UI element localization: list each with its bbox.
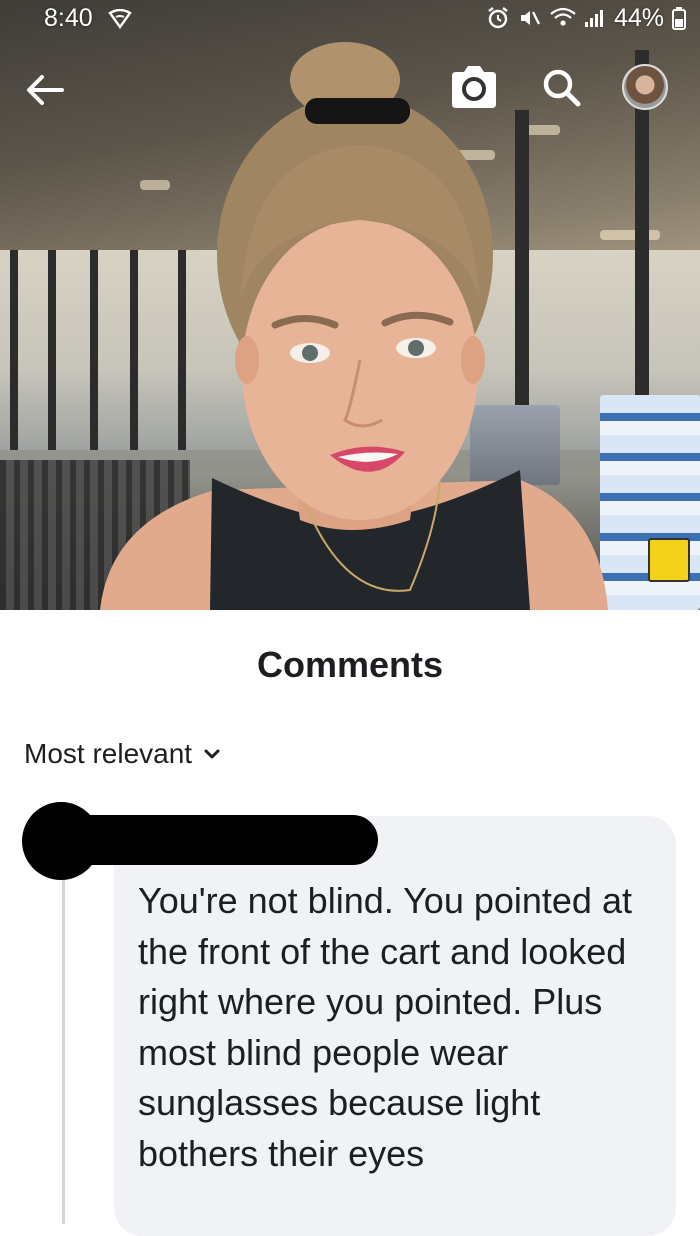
sort-dropdown[interactable]: Most relevant <box>24 738 222 770</box>
battery-text: 44% <box>613 3 664 32</box>
search-button[interactable] <box>538 64 586 112</box>
wifi-icon <box>550 7 576 29</box>
battery-icon <box>672 6 686 30</box>
comments-sheet: Comments Most relevant You're not blind.… <box>0 610 700 1236</box>
status-time: 8:40 <box>44 4 93 32</box>
video-frame[interactable]: 8:40 44% <box>0 0 700 610</box>
redacted-author-name <box>60 815 378 865</box>
back-button[interactable] <box>22 66 70 114</box>
signal-icon <box>584 8 606 28</box>
comments-title: Comments <box>256 644 444 685</box>
person-image <box>100 42 608 610</box>
camera-icon <box>452 66 496 108</box>
profile-avatar[interactable] <box>622 64 668 110</box>
search-icon <box>543 69 581 107</box>
camera-button[interactable] <box>448 62 500 112</box>
thread-line <box>62 880 65 1224</box>
comment-text: You're not blind. You pointed at the fro… <box>138 880 632 1174</box>
status-bar: 8:40 44% <box>0 0 700 40</box>
sort-label: Most relevant <box>24 738 193 769</box>
wifi-shield-icon <box>108 8 132 34</box>
back-arrow-icon <box>27 75 64 105</box>
alarm-icon <box>486 6 510 30</box>
mute-icon <box>518 6 542 30</box>
chevron-down-icon <box>204 749 220 759</box>
